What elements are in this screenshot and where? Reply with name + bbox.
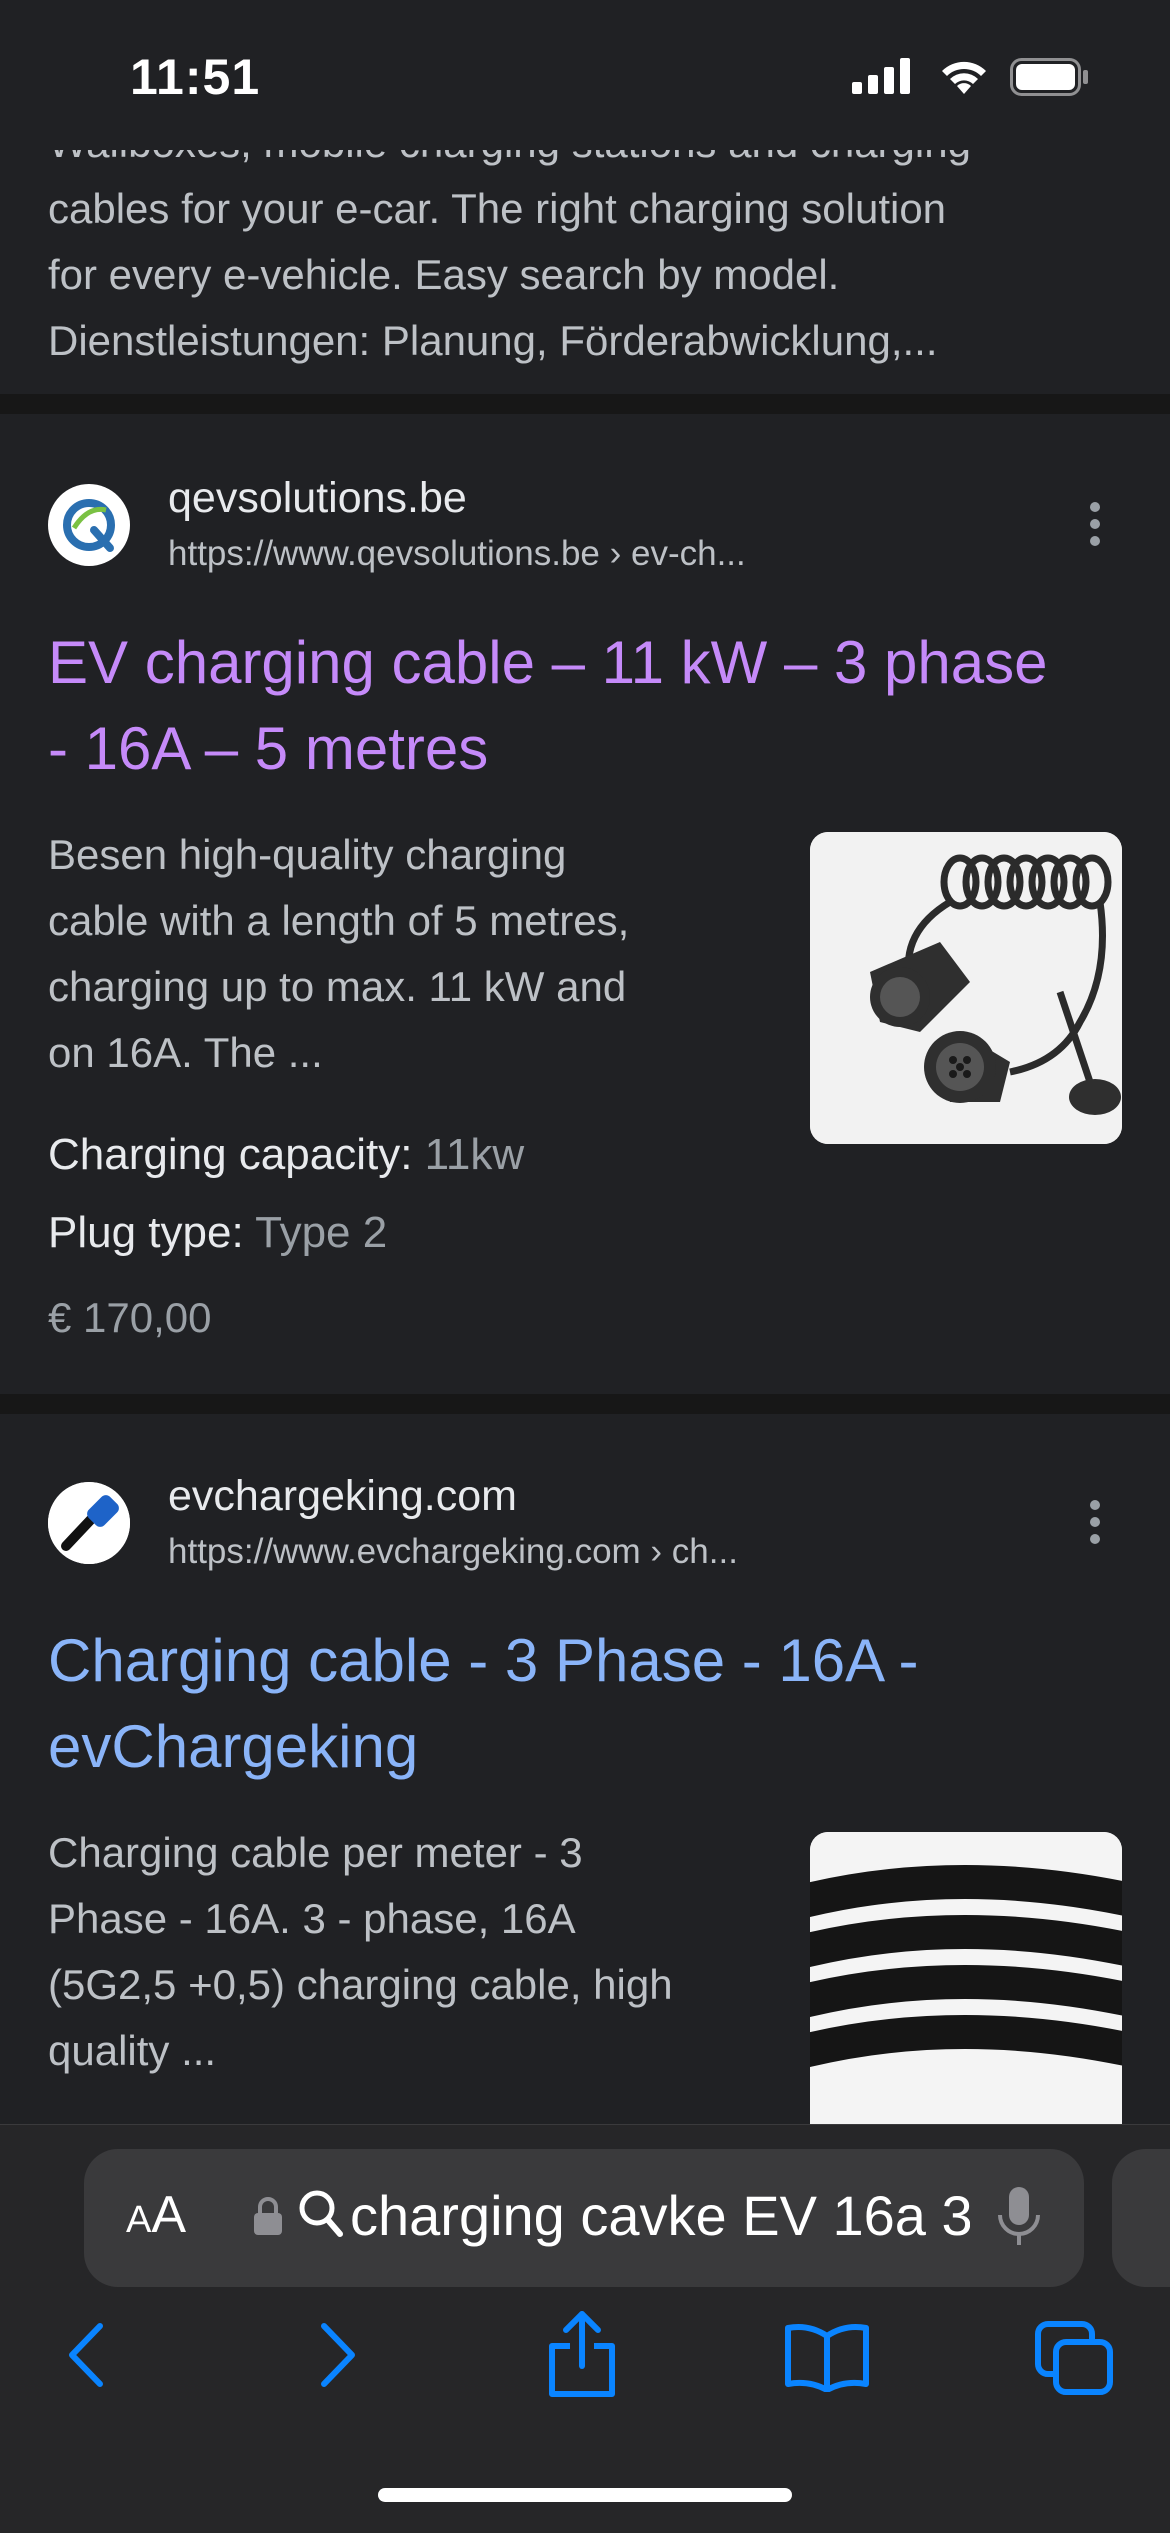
tabs-icon[interactable]: [1034, 2320, 1114, 2396]
attribute-label: Plug type:: [48, 1208, 244, 1257]
desc-line: Charging cable per meter - 3: [48, 1829, 583, 1876]
result-url[interactable]: https://www.evchargeking.com › ch...: [168, 1532, 738, 1572]
result-thumbnail-black-cable[interactable]: [810, 1832, 1122, 2144]
attribute-value: Type 2: [255, 1208, 388, 1257]
search-icon: [299, 2190, 343, 2237]
result-price: € 170,00: [48, 1294, 212, 1341]
result-site-name[interactable]: qevsolutions.be: [168, 474, 467, 523]
back-icon[interactable]: [62, 2320, 112, 2390]
home-indicator: [378, 2488, 792, 2502]
reader-aa-button[interactable]: AA: [126, 2185, 186, 2245]
attribute-plug-type: Plug type: Type 2: [48, 1208, 387, 1258]
result-description: Besen high-quality charging cable with a…: [48, 822, 778, 1086]
more-options-icon[interactable]: [1090, 1500, 1102, 1551]
snippet-line: Dienstleistungen: Planung, Förderabwickl…: [48, 317, 938, 364]
aa-small: A: [126, 2199, 152, 2241]
microphone-icon[interactable]: [994, 2185, 1044, 2249]
more-options-icon[interactable]: [1090, 502, 1102, 553]
result-divider: [0, 394, 1170, 414]
result-title-link[interactable]: Charging cable - 3 Phase - 16A - evCharg…: [48, 1618, 1128, 1790]
lock-icon: [254, 2197, 282, 2235]
address-bar[interactable]: AA charging cavke EV 16a 3 phase: [84, 2149, 1084, 2287]
attribute-value: 11kw: [424, 1130, 525, 1179]
attribute-charging-capacity: Charging capacity: 11kw: [48, 1130, 524, 1180]
desc-line: Phase - 16A. 3 - phase, 16A: [48, 1895, 576, 1942]
result-url[interactable]: https://www.qevsolutions.be › ev-ch...: [168, 534, 746, 574]
evchargeking-favicon: [48, 1482, 130, 1564]
result-site-name[interactable]: evchargeking.com: [168, 1472, 517, 1521]
result-description: Charging cable per meter - 3 Phase - 16A…: [48, 1820, 778, 2084]
desc-line: quality ...: [48, 2027, 217, 2074]
snippet-line: cables for your e-car. The right chargin…: [48, 185, 947, 232]
desc-line: cable with a length of 5 metres,: [48, 897, 630, 944]
desc-line: charging up to max. 11 kW and: [48, 963, 627, 1010]
share-icon[interactable]: [546, 2310, 618, 2400]
battery-icon: [1010, 58, 1088, 96]
status-bar: 11:51: [0, 0, 1170, 150]
desc-line: Besen high-quality charging: [48, 831, 567, 878]
next-tab-address-bar[interactable]: [1112, 2149, 1170, 2287]
search-query-field[interactable]: charging cavke EV 16a 3 phase: [350, 2183, 970, 2248]
title-line: evChargeking: [48, 1713, 419, 1780]
result-divider: [0, 1394, 1170, 1414]
title-line: Charging cable - 3 Phase - 16A -: [48, 1627, 919, 1694]
attribute-label: Charging capacity:: [48, 1130, 413, 1179]
aa-large: A: [151, 2186, 187, 2244]
title-line: EV charging cable – 11 kW – 3 phase: [48, 629, 1048, 696]
bookmarks-icon[interactable]: [784, 2322, 870, 2392]
result-title-link[interactable]: EV charging cable – 11 kW – 3 phase - 16…: [48, 620, 1128, 792]
desc-line: (5G2,5 +0,5) charging cable, high: [48, 1961, 673, 2008]
status-time: 11:51: [130, 49, 261, 105]
search-result-evchargeking: evchargeking.com https://www.evchargekin…: [0, 1414, 1170, 2144]
cellular-signal-icon: [852, 58, 910, 94]
search-result-qevsolutions: qevsolutions.be https://www.qevsolutions…: [0, 414, 1170, 1394]
title-line: - 16A – 5 metres: [48, 715, 489, 782]
qevsolutions-favicon: [48, 484, 130, 566]
desc-line: on 16A. The ...: [48, 1029, 323, 1076]
result-thumbnail-charging-cable[interactable]: [810, 832, 1122, 1144]
forward-icon[interactable]: [312, 2320, 362, 2390]
wifi-icon: [942, 61, 986, 94]
snippet-line: for every e-vehicle. Easy search by mode…: [48, 251, 840, 298]
